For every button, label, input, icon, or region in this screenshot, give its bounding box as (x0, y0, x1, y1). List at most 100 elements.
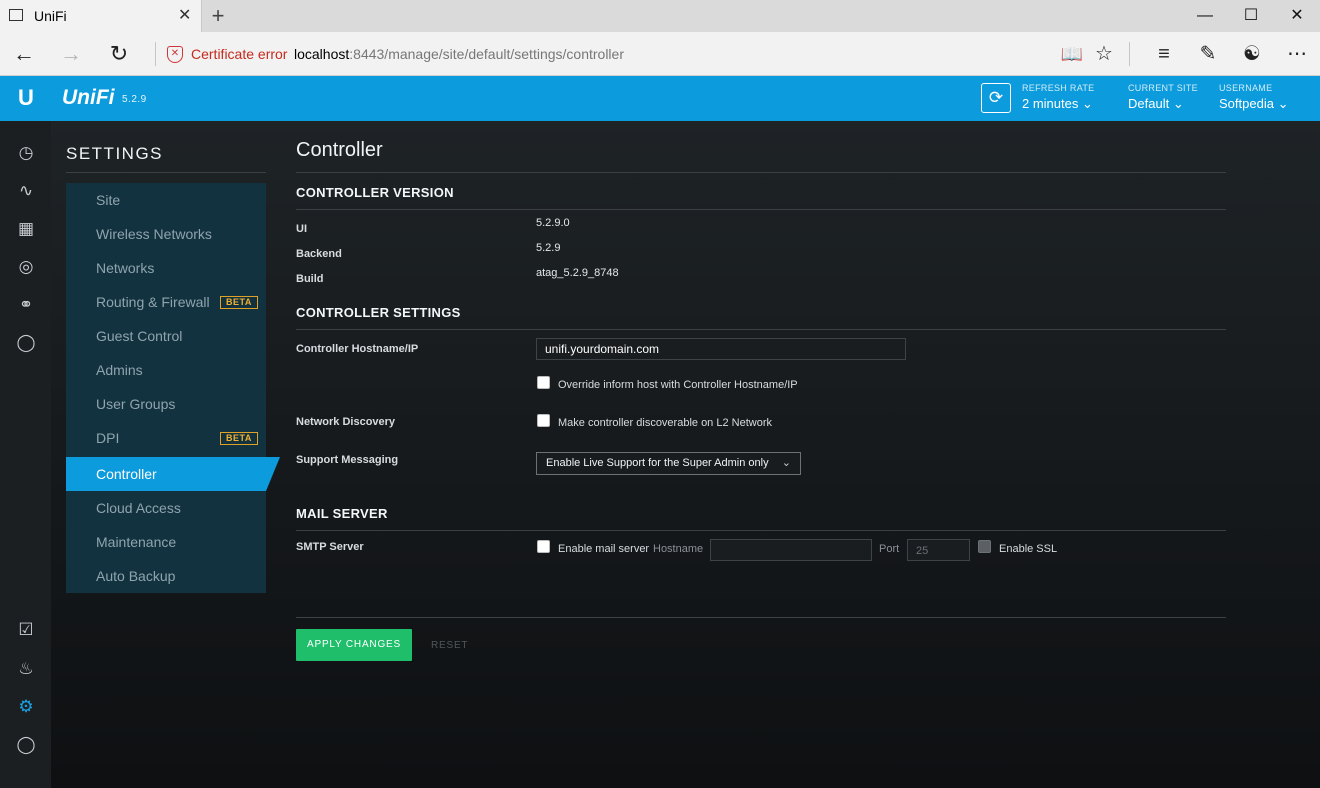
devices-icon[interactable]: ◎ (14, 255, 38, 279)
build-value: atag_5.2.9_8748 (536, 267, 619, 279)
reading-view-icon[interactable]: 📖 (1058, 42, 1086, 66)
tasks-icon[interactable]: ☑ (14, 618, 38, 642)
enable-ssl-checkbox[interactable] (978, 540, 991, 553)
settings-nav-routing-firewall[interactable]: Routing & Firewall BETA (66, 285, 266, 319)
settings-heading: SETTINGS (66, 144, 164, 163)
refresh-icon[interactable]: ⟳ (981, 83, 1011, 113)
support-messaging-value: Enable Live Support for the Super Admin … (546, 457, 769, 469)
minimize-icon[interactable]: — (1182, 0, 1228, 32)
nav-label: Auto Backup (96, 568, 176, 584)
apply-changes-button[interactable]: APPLY CHANGES (296, 629, 412, 661)
unifi-logo: UniFi (62, 86, 115, 109)
settings-nav-auto-backup[interactable]: Auto Backup (66, 559, 266, 593)
divider (66, 172, 266, 173)
username-selector[interactable]: USERNAME Softpedia ⌄ (1219, 83, 1288, 112)
divider (296, 329, 1226, 330)
dashboard-icon[interactable]: ◷ (14, 141, 38, 165)
nav-label: Maintenance (96, 534, 177, 550)
settings-nav-wireless-networks[interactable]: Wireless Networks (66, 217, 266, 251)
divider (296, 172, 1226, 173)
refresh-rate-value: 2 minutes (1022, 96, 1079, 111)
settings-nav-guest-control[interactable]: Guest Control (66, 319, 266, 353)
chevron-down-icon: ⌄ (1082, 96, 1093, 111)
section-mail-server: MAIL SERVER (296, 506, 388, 521)
favorite-star-icon[interactable]: ☆ (1090, 42, 1118, 66)
browser-tab[interactable]: UniFi ✕ (0, 0, 202, 32)
enable-ssl-label: Enable SSL (999, 543, 1058, 555)
settings-nav-site[interactable]: Site (66, 183, 266, 217)
close-tab-icon[interactable]: ✕ (178, 5, 191, 25)
refresh-rate-label: REFRESH RATE (1022, 83, 1095, 93)
smtp-port-label: Port (879, 543, 900, 555)
certificate-error-icon[interactable]: ✕ (167, 46, 183, 63)
section-controller-settings: CONTROLLER SETTINGS (296, 305, 461, 320)
divider (155, 42, 156, 66)
insights-icon[interactable]: ◯ (14, 331, 38, 355)
chevron-down-icon: ⌄ (781, 457, 791, 469)
current-site-label: CURRENT SITE (1128, 83, 1198, 93)
settings-nav-maintenance[interactable]: Maintenance (66, 525, 266, 559)
settings-nav-dpi[interactable]: DPI BETA (66, 421, 266, 455)
close-window-icon[interactable]: ✕ (1274, 0, 1320, 32)
clients-icon[interactable]: ⚭ (14, 293, 38, 317)
refresh-rate-selector[interactable]: REFRESH RATE 2 minutes ⌄ (1022, 83, 1094, 112)
map-icon[interactable]: ▦ (14, 217, 38, 241)
web-note-icon[interactable]: ✎ (1194, 42, 1222, 66)
network-discovery-label: Network Discovery (296, 416, 396, 428)
forward-icon[interactable]: → (56, 40, 86, 68)
reset-button[interactable]: RESET (431, 640, 468, 651)
maximize-icon[interactable]: ☐ (1228, 0, 1274, 32)
nav-label: Site (96, 192, 121, 208)
nav-label: DPI (96, 430, 120, 446)
backend-version-value: 5.2.9 (536, 242, 561, 254)
current-site-value: Default (1128, 96, 1170, 111)
enable-mail-checkbox[interactable] (537, 540, 550, 553)
network-discovery-checkbox[interactable] (537, 414, 550, 427)
divider (296, 209, 1226, 210)
more-icon[interactable]: ⋯ (1283, 42, 1311, 66)
settings-nav-networks[interactable]: Networks (66, 251, 266, 285)
refresh-icon[interactable]: ↻ (104, 40, 134, 68)
override-inform-label: Override inform host with Controller Hos… (558, 379, 798, 391)
nav-label: Cloud Access (96, 500, 181, 516)
beta-badge: BETA (220, 432, 258, 445)
smtp-port-input[interactable]: 25 (907, 539, 970, 561)
smtp-hostname-input[interactable] (710, 539, 872, 561)
settings-nav-controller[interactable]: Controller (66, 457, 266, 491)
settings-gear-icon[interactable]: ⚙ (14, 695, 38, 719)
url-path: :8443/manage/site/default/settings/contr… (349, 46, 624, 62)
settings-nav-user-groups[interactable]: User Groups (66, 387, 266, 421)
share-icon[interactable]: ☯ (1238, 42, 1266, 66)
hub-icon[interactable]: ≡ (1150, 42, 1178, 66)
back-icon[interactable]: ← (9, 40, 39, 68)
ubiquiti-logo-icon[interactable]: U (14, 85, 38, 111)
nav-label: Admins (96, 362, 143, 378)
browser-tab-bar: UniFi ✕ + — ☐ ✕ (0, 0, 1320, 32)
statistics-icon[interactable]: ∿ (14, 179, 38, 203)
new-tab-button[interactable]: + (207, 3, 229, 29)
current-site-selector[interactable]: CURRENT SITE Default ⌄ (1128, 83, 1198, 112)
build-label: Build (296, 273, 324, 285)
nav-label: Wireless Networks (96, 226, 212, 242)
alerts-bell-icon[interactable]: ♨ (14, 657, 38, 681)
backend-label: Backend (296, 248, 342, 260)
network-discovery-checkbox-label: Make controller discoverable on L2 Netwo… (558, 417, 772, 429)
url-field[interactable]: localhost:8443/manage/site/default/setti… (294, 46, 624, 62)
ui-version-value: 5.2.9.0 (536, 217, 570, 229)
nav-label: User Groups (96, 396, 176, 412)
controller-hostname-input[interactable]: unifi.yourdomain.com (536, 338, 906, 360)
chat-icon[interactable]: ◯ (14, 733, 38, 757)
certificate-error-label[interactable]: Certificate error (191, 46, 287, 62)
settings-nav-cloud-access[interactable]: Cloud Access (66, 491, 266, 525)
support-messaging-select[interactable]: Enable Live Support for the Super Admin … (536, 452, 801, 475)
settings-nav-admins[interactable]: Admins (66, 353, 266, 387)
ui-label: UI (296, 223, 307, 235)
tab-title: UniFi (34, 8, 67, 24)
nav-label: Networks (96, 260, 155, 276)
enable-mail-label: Enable mail server (558, 543, 650, 555)
override-inform-checkbox[interactable] (537, 376, 550, 389)
page-title: Controller (296, 139, 383, 161)
nav-label: Controller (96, 466, 157, 482)
address-bar: ← → ↻ ✕ Certificate error localhost:8443… (0, 32, 1320, 76)
app-version: 5.2.9 (122, 94, 147, 105)
